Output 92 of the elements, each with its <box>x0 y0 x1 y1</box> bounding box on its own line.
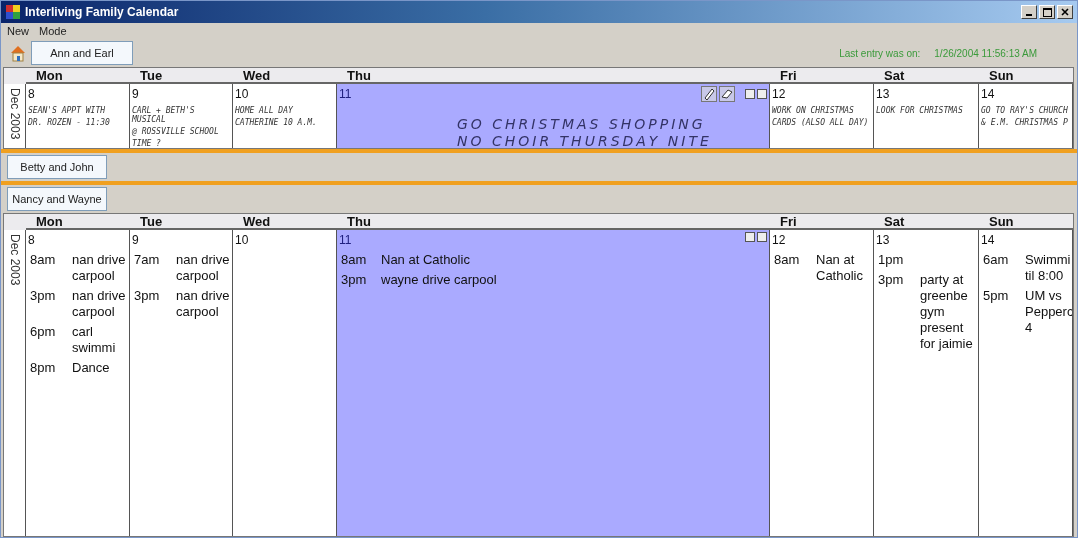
window-title: Interliving Family Calendar <box>25 5 180 19</box>
day-number: 14 <box>980 88 995 101</box>
weekday-header: Tue <box>130 214 233 230</box>
weekday-header: Sat <box>874 68 979 84</box>
event-time: 3pm <box>341 272 368 288</box>
weekday-header: Fri <box>770 68 874 84</box>
weekday-header: Mon <box>26 68 130 84</box>
weekday-header: Mon <box>26 214 130 230</box>
day-number: 13 <box>875 88 890 101</box>
day-cell[interactable]: 12 8am Nan at Catholic <box>770 230 874 536</box>
handwritten-note: NO CHOIR THURSDAY NITE <box>457 137 712 146</box>
event-text: nan drive carpool <box>176 288 230 320</box>
handwritten-note: HOME ALL DAY <box>235 106 294 115</box>
day-cell[interactable]: 8 8am nan drive carpool 3pm nan drive carpool 6pm carl swimmi 8pm Dance <box>26 230 130 536</box>
event-time: 1pm <box>878 252 905 268</box>
weekday-header: Thu <box>337 68 770 84</box>
weekday-header: Wed <box>233 68 337 84</box>
event-text: Nan at Catholic <box>816 252 864 284</box>
weekday-header: Sat <box>874 214 979 230</box>
day-number: 9 <box>131 88 139 101</box>
day-cell[interactable]: 8 SEAN'S APPT WITH DR. ROZEN - 11:30 <box>26 84 130 148</box>
menu-item[interactable]: New <box>7 25 29 37</box>
day-number: 11 <box>338 234 352 247</box>
weekday-header: Fri <box>770 214 874 230</box>
family-tab[interactable]: Nancy and Wayne <box>7 187 107 211</box>
pen-icon[interactable] <box>701 86 717 102</box>
handwritten-note: CARL + BETH'S MUSICAL <box>132 106 196 124</box>
weekday-header: Tue <box>130 68 233 84</box>
day-number: 13 <box>875 234 890 247</box>
weekday-header: Sun <box>979 68 1073 84</box>
close-icon[interactable] <box>1057 5 1073 19</box>
day-number: 14 <box>980 234 995 247</box>
last-entry-value: 1/26/2004 11:56:13 AM <box>934 47 1037 59</box>
event-text: wayne drive carpool <box>381 272 498 288</box>
event-time: 8am <box>30 252 57 269</box>
handwritten-note: GO CHRISTMAS SHOPPING <box>457 120 706 129</box>
day-number: 10 <box>234 88 249 101</box>
day-number: 8 <box>27 88 35 101</box>
day-cell[interactable]: 9 CARL + BETH'S MUSICAL @ ROSSVILLE SCHOOL TIME ? <box>130 84 233 148</box>
family-tab[interactable]: Ann and Earl <box>31 41 133 65</box>
day-number: 11 <box>338 88 352 101</box>
day-cell[interactable]: 9 7am nan drive carpool 3pm nan drive carpool <box>130 230 233 536</box>
month-label: Dec 2003 <box>4 230 26 536</box>
event-time: 5pm <box>983 288 1010 305</box>
day-number: 12 <box>771 234 786 247</box>
event-text: Dance <box>72 360 111 376</box>
day-number: 8 <box>27 234 35 247</box>
day-cell[interactable]: 11 8am Nan at Catholic 3pm wayne drive carpool <box>337 230 770 536</box>
day-cell[interactable]: 10 <box>233 230 337 536</box>
day-number: 9 <box>131 234 139 247</box>
event-time: 8pm <box>30 360 57 376</box>
weekday-header: Wed <box>233 214 337 230</box>
menu-item[interactable]: Mode <box>39 25 67 37</box>
handwritten-note: DR. ROZEN - 11:30 <box>28 118 111 127</box>
handwritten-note: @ ROSSVILLE SCHOOL <box>132 127 220 136</box>
event-time: 3pm <box>878 272 905 289</box>
handwritten-note: CATHERINE 10 A.M. <box>235 118 318 127</box>
day-cell[interactable]: 11 GO CHRISTMAS SHOPPING NO CHOIR THURSDAY NITE <box>337 84 770 148</box>
family-tab[interactable]: Betty and John <box>7 155 107 179</box>
event-time: 3pm <box>134 288 161 305</box>
eraser-icon[interactable] <box>719 86 735 102</box>
minimize-icon[interactable] <box>1021 5 1037 19</box>
weekday-header: Sun <box>979 214 1073 230</box>
day-number: 12 <box>771 88 786 101</box>
maximize-icon[interactable] <box>1039 5 1055 19</box>
event-time: 8am <box>341 252 368 268</box>
handwritten-note: GO TO RAY'S CHURCH <box>981 106 1069 115</box>
handwritten-note: CARDS (ALSO ALL DAY) <box>772 118 870 127</box>
handwritten-note: SEAN'S APPT WITH <box>28 106 107 115</box>
event-time: 3pm <box>30 288 57 305</box>
day-cell[interactable]: 10 HOME ALL DAY CATHERINE 10 A.M. <box>233 84 337 148</box>
event-time: 8am <box>774 252 801 269</box>
handwritten-note: WORK ON CHRISTMAS <box>772 106 855 115</box>
day-cell[interactable]: 13 LOOK FOR CHRISTMAS <box>874 84 979 148</box>
event-text: carl swimmi <box>72 324 117 356</box>
event-text: Swimmi til 8:00 <box>1025 252 1072 284</box>
weekday-header: Thu <box>337 214 770 230</box>
month-label: Dec 2003 <box>4 84 26 148</box>
handwritten-note: TIME ? <box>132 139 162 148</box>
event-time: 7am <box>134 252 161 269</box>
handwritten-note: LOOK FOR CHRISTMAS <box>876 106 964 115</box>
event-time: 6am <box>983 252 1010 269</box>
event-text: party at greenbe gym present for jaimie <box>920 272 974 352</box>
day-cell[interactable]: 12 WORK ON CHRISTMAS CARDS (ALSO ALL DAY) <box>770 84 874 148</box>
event-time: 6pm <box>30 324 57 341</box>
event-text: Nan at Catholic <box>381 252 471 268</box>
day-cell[interactable]: 13 1pm 3pm party at greenbe gym present for jaimie <box>874 230 979 536</box>
day-cell[interactable]: 14 GO TO RAY'S CHURCH & E.M. CHRISTMAS P <box>979 84 1073 148</box>
last-entry-label: Last entry was on: <box>839 47 921 59</box>
app-icon <box>5 4 21 20</box>
handwritten-note: & E.M. CHRISTMAS P <box>981 118 1069 127</box>
day-number: 10 <box>234 234 249 247</box>
